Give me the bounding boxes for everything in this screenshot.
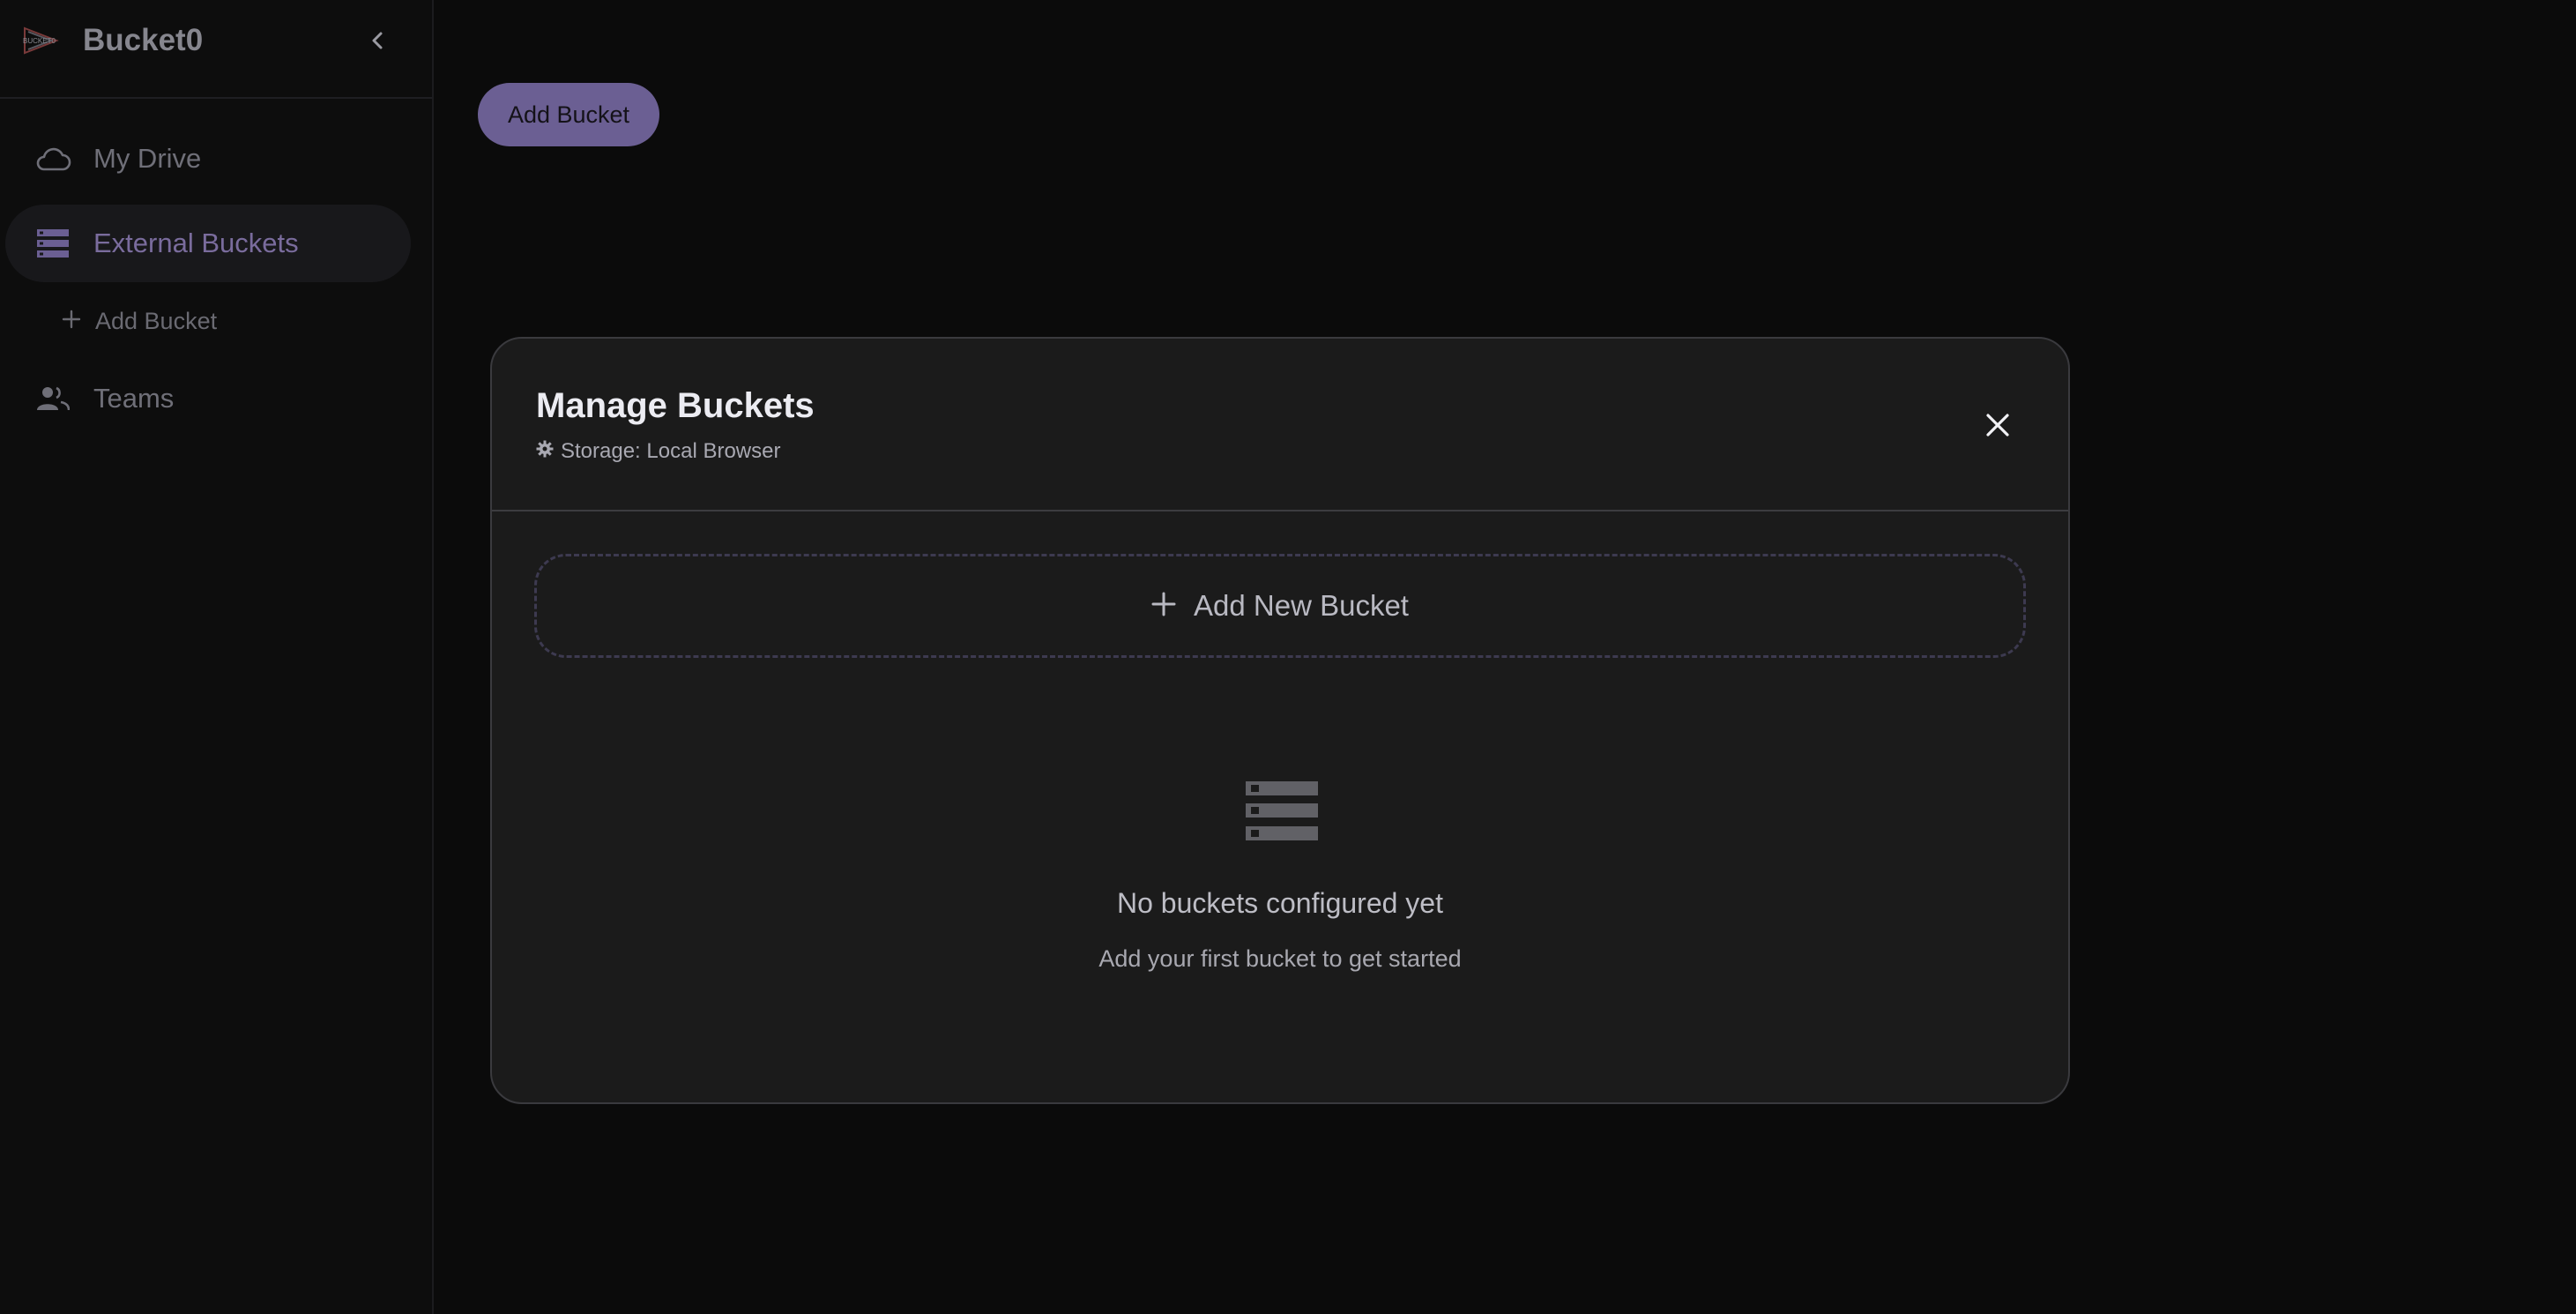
- cloud-icon: [34, 139, 72, 178]
- sidebar-item-label: Add Bucket: [95, 307, 218, 334]
- manage-buckets-modal: Manage Buckets Storage: Local Browser Ad…: [490, 337, 2070, 1104]
- close-button[interactable]: [1982, 409, 2014, 441]
- sidebar: BUCKET0 Bucket0 My Drive External Bucket…: [0, 0, 434, 1314]
- modal-header: Manage Buckets Storage: Local Browser: [492, 339, 2068, 511]
- add-new-bucket-label: Add New Bucket: [1194, 589, 1409, 622]
- logo: BUCKET0: [21, 23, 60, 58]
- sidebar-item-label: Teams: [93, 383, 175, 414]
- sidebar-item-add-bucket[interactable]: Add Bucket: [62, 303, 217, 339]
- server-icon: [1246, 781, 1318, 843]
- sidebar-item-teams[interactable]: Teams: [5, 360, 411, 437]
- sidebar-item-label: External Buckets: [93, 228, 299, 258]
- storage-label: Storage: Local Browser: [561, 439, 781, 463]
- sidebar-header: BUCKET0 Bucket0: [0, 0, 432, 99]
- plus-icon: [1151, 592, 1176, 621]
- sidebar-item-label: My Drive: [93, 143, 202, 174]
- plus-icon: [62, 310, 81, 333]
- logo-text: BUCKET0: [23, 37, 56, 45]
- modal-title: Manage Buckets: [536, 386, 815, 425]
- add-bucket-button[interactable]: Add Bucket: [478, 83, 659, 146]
- people-icon: [34, 379, 72, 418]
- empty-state-title: No buckets configured yet: [1117, 887, 1443, 919]
- sidebar-item-my-drive[interactable]: My Drive: [5, 120, 411, 198]
- collapse-sidebar-button[interactable]: [361, 25, 393, 56]
- add-new-bucket-button[interactable]: Add New Bucket: [534, 554, 2026, 658]
- brand-name: Bucket0: [83, 23, 204, 57]
- server-icon: [34, 224, 72, 263]
- gear-icon: [536, 439, 554, 464]
- empty-state-subtitle: Add your first bucket to get started: [1098, 945, 1462, 972]
- storage-info: Storage: Local Browser: [536, 439, 780, 464]
- close-icon: [1986, 414, 2009, 437]
- sidebar-item-external-buckets[interactable]: External Buckets: [5, 205, 411, 282]
- chevron-left-icon: [372, 32, 383, 49]
